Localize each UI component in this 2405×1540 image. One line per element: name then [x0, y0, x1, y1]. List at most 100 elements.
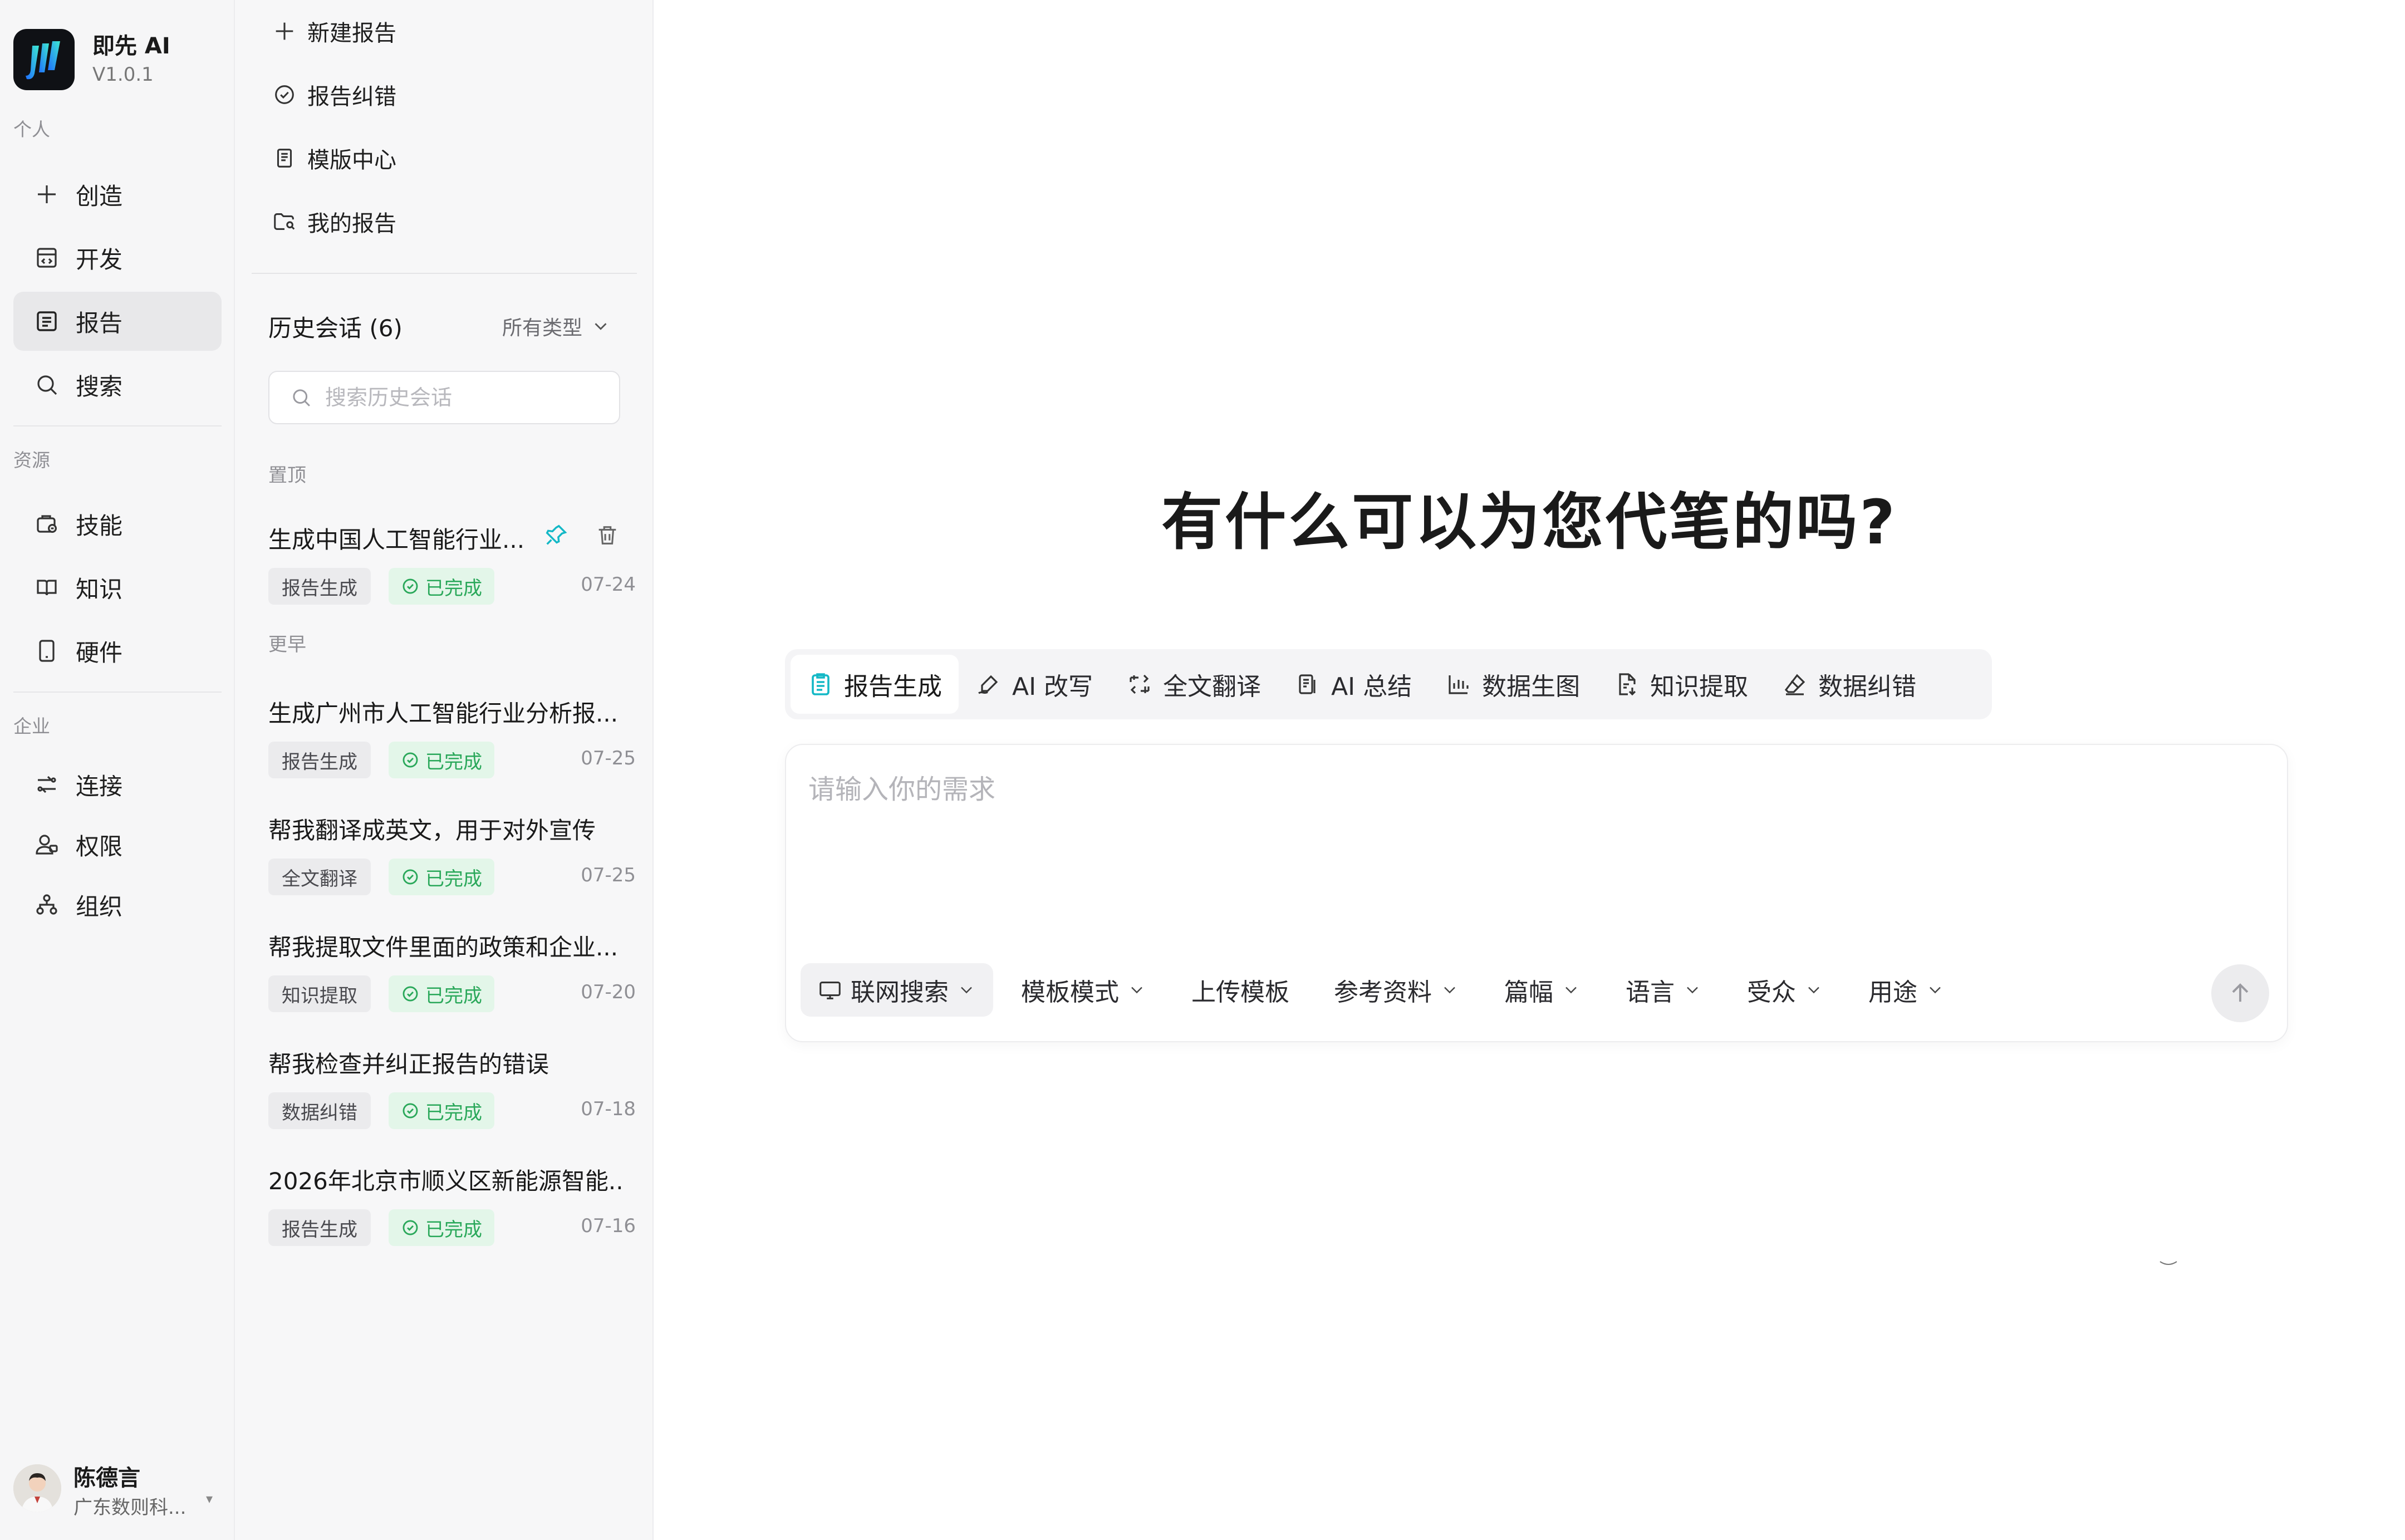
check-circle-icon — [403, 752, 418, 768]
status-label: 已完成 — [425, 577, 482, 600]
my-reports-button[interactable]: 我的报告 — [272, 202, 396, 242]
eraser-icon — [1781, 671, 1808, 698]
sidebar-item-label: 技能 — [76, 512, 123, 540]
type-tag: 报告生成 — [268, 568, 371, 605]
divider — [252, 273, 637, 274]
check-circle-icon — [403, 578, 418, 594]
chevron-down-icon — [1444, 987, 1455, 994]
type-filter-dropdown[interactable]: 所有类型 — [502, 312, 611, 341]
sidebar-item-label: 权限 — [76, 832, 123, 860]
sidebar-item-create[interactable]: 创造 — [13, 165, 222, 224]
history-title: 历史会话 (6) — [268, 315, 403, 342]
code-window-icon — [33, 244, 60, 271]
history-search-input[interactable] — [325, 385, 603, 410]
connect-icon — [33, 771, 60, 798]
plus-icon — [33, 181, 60, 208]
type-tag: 全文翻译 — [268, 859, 371, 895]
history-item[interactable]: 帮我翻译成英文，用于对外宣传 全文翻译 已完成 07-25 — [268, 812, 636, 918]
org-icon — [33, 891, 60, 918]
trash-icon[interactable] — [595, 522, 620, 548]
pin-icon[interactable] — [543, 522, 569, 548]
option-label: 联网搜索 — [851, 978, 949, 1007]
filter-label: 所有类型 — [502, 317, 583, 340]
user-name: 陈德言 — [73, 1465, 140, 1491]
app-version: V1.0.1 — [92, 63, 154, 86]
status-label: 已完成 — [425, 1218, 482, 1241]
scroll-hint-icon — [2159, 1261, 2177, 1265]
length-dropdown[interactable]: 篇幅 — [1488, 963, 1598, 1017]
history-item-date: 07-24 — [581, 573, 636, 596]
report-correction-button[interactable]: 报告纠错 — [272, 75, 396, 115]
template-center-button[interactable]: 模版中心 — [272, 138, 396, 178]
sidebar-item-hardware[interactable]: 硬件 — [13, 621, 222, 680]
web-search-dropdown[interactable]: 联网搜索 — [801, 963, 993, 1017]
history-item[interactable]: 帮我检查并纠正报告的错误 数据纠错 已完成 07-18 — [268, 1046, 636, 1151]
sidebar-item-label: 连接 — [76, 772, 123, 800]
history-item-title: 2026年北京市顺义区新能源智能... — [268, 1168, 625, 1195]
action-label: 模版中心 — [307, 148, 396, 173]
sidebar-item-label: 报告 — [76, 309, 123, 337]
user-org: 广东数则科... — [73, 1497, 186, 1519]
tab-label: AI 总结 — [1331, 673, 1412, 701]
book-icon — [33, 574, 60, 601]
tab-label: AI 改写 — [1012, 673, 1093, 701]
history-item-title: 帮我提取文件里面的政策和企业... — [268, 934, 619, 961]
divider — [13, 691, 222, 693]
tab-ai-summary[interactable]: AI 总结 — [1278, 655, 1429, 714]
history-item[interactable]: 帮我提取文件里面的政策和企业... 知识提取 已完成 07-20 — [268, 929, 636, 1034]
sidebar-item-skills[interactable]: 技能 — [13, 494, 222, 553]
option-label: 上传模板 — [1191, 978, 1289, 1007]
sidebar-item-org[interactable]: 组织 — [13, 875, 222, 934]
sidebar-item-report[interactable]: 报告 — [13, 292, 222, 351]
skill-icon — [33, 511, 60, 537]
upload-template-button[interactable]: 上传模板 — [1175, 963, 1306, 1017]
check-circle-icon — [403, 1220, 418, 1235]
tab-report-generation[interactable]: 报告生成 — [791, 655, 959, 714]
action-label: 新建报告 — [307, 21, 396, 46]
audience-dropdown[interactable]: 受众 — [1730, 963, 1840, 1017]
app-logo — [13, 29, 75, 90]
tab-label: 全文翻译 — [1163, 673, 1262, 701]
language-dropdown[interactable]: 语言 — [1609, 963, 1719, 1017]
tab-ai-rewrite[interactable]: AI 改写 — [959, 655, 1110, 714]
template-mode-dropdown[interactable]: 模板模式 — [1004, 963, 1164, 1017]
history-panel: 新建报告 报告纠错 模版中心 我的报告 历史会话 (6) 所有类型 置顶 生成中… — [235, 0, 654, 1540]
chevron-down-icon — [1131, 987, 1142, 994]
history-item-title: 帮我检查并纠正报告的错误 — [268, 1051, 549, 1078]
new-report-button[interactable]: 新建报告 — [272, 11, 396, 51]
history-search — [268, 371, 620, 424]
sidebar-item-permission[interactable]: 权限 — [13, 815, 222, 874]
chevron-down-icon — [1565, 987, 1577, 994]
sidebar-item-search[interactable]: 搜索 — [13, 355, 222, 414]
divider — [13, 425, 222, 426]
reference-material-dropdown[interactable]: 参考资料 — [1317, 963, 1476, 1017]
history-item[interactable]: 生成广州市人工智能行业分析报... 报告生成 已完成 07-25 — [268, 695, 636, 801]
search-icon — [33, 371, 60, 398]
tab-knowledge-extraction[interactable]: 知识提取 — [1597, 655, 1765, 714]
folder-icon — [272, 209, 297, 234]
status-badge: 已完成 — [389, 975, 494, 1012]
prompt-input[interactable] — [808, 767, 2256, 879]
history-item[interactable]: 2026年北京市顺义区新能源智能... 报告生成 已完成 07-16 — [268, 1163, 636, 1268]
user-profile[interactable]: 陈德言 广东数则科... ▾ — [13, 1459, 230, 1520]
tab-data-chart[interactable]: 数据生图 — [1429, 655, 1597, 714]
sidebar-item-label: 创造 — [76, 182, 123, 210]
sidebar-item-connect[interactable]: 连接 — [13, 755, 222, 814]
sidebar-item-knowledge[interactable]: 知识 — [13, 558, 222, 617]
option-label: 语言 — [1626, 978, 1675, 1007]
history-item[interactable]: 生成中国人工智能行业... 报告生成 已完成 07-24 — [268, 521, 636, 627]
template-icon — [272, 145, 297, 171]
tab-full-translation[interactable]: 全文翻译 — [1110, 655, 1278, 714]
status-badge: 已完成 — [389, 1209, 494, 1246]
tab-label: 报告生成 — [844, 673, 942, 701]
type-tag: 数据纠错 — [268, 1092, 371, 1129]
tab-data-correction[interactable]: 数据纠错 — [1765, 655, 1933, 714]
sidebar-item-develop[interactable]: 开发 — [13, 228, 222, 287]
sidebar: 即先 AI V1.0.1 个人 创造 开发 报告 搜索 资源 技能 知识 硬件 … — [0, 0, 235, 1540]
app-name: 即先 AI — [92, 33, 170, 59]
tab-label: 数据生图 — [1482, 673, 1581, 701]
purpose-dropdown[interactable]: 用途 — [1852, 963, 1962, 1017]
check-circle-icon — [272, 82, 297, 107]
history-item-title: 生成中国人工智能行业... — [268, 526, 524, 553]
send-button[interactable] — [2211, 964, 2269, 1022]
